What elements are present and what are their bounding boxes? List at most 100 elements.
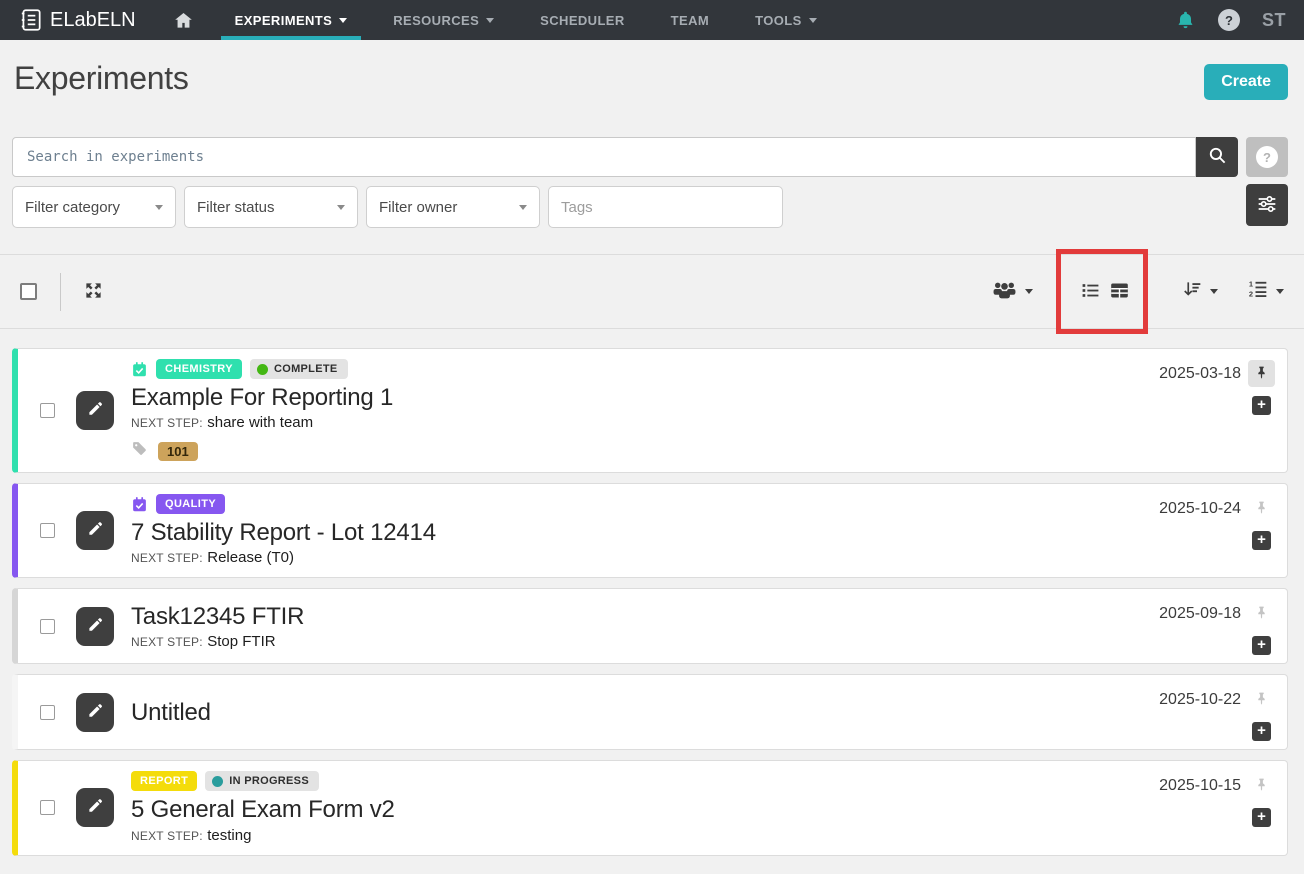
add-step-button[interactable]: + xyxy=(1252,808,1271,827)
edit-button[interactable] xyxy=(76,607,114,646)
notifications-bell-icon[interactable] xyxy=(1175,10,1196,31)
question-icon: ? xyxy=(1256,146,1278,168)
brand-text: ELabELN xyxy=(50,9,136,32)
pencil-icon xyxy=(86,797,104,818)
list-ol-icon: 1 2 xyxy=(1248,279,1268,304)
item-checkbox[interactable] xyxy=(40,403,55,418)
main-nav: EXPERIMENTS RESOURCES SCHEDULER TEAM TOOLS xyxy=(221,0,849,40)
experiment-card: Untitled 2025-10-22 xyxy=(12,674,1288,750)
create-button[interactable]: Create xyxy=(1204,64,1288,100)
list-toolbar: 1 2 xyxy=(0,254,1304,329)
edit-button[interactable] xyxy=(76,693,114,732)
owner-filter-dropdown[interactable] xyxy=(992,277,1033,307)
app-logo[interactable]: ELabELN xyxy=(18,7,136,33)
nav-item-resources[interactable]: RESOURCES xyxy=(379,0,508,40)
item-checkbox[interactable] xyxy=(40,800,55,815)
nav-item-team[interactable]: TEAM xyxy=(657,0,723,40)
sort-column-dropdown[interactable]: 1 2 xyxy=(1248,279,1284,304)
user-menu[interactable]: ST xyxy=(1262,10,1286,31)
pin-button[interactable] xyxy=(1248,686,1275,713)
calendar-check-icon[interactable] xyxy=(131,496,148,513)
table-view-button[interactable] xyxy=(1109,280,1130,304)
search-button[interactable] xyxy=(1196,137,1238,177)
pin-button[interactable] xyxy=(1248,495,1275,522)
item-date: 2025-03-18 xyxy=(1159,365,1241,383)
sort-amount-down-icon xyxy=(1182,279,1202,304)
nav-item-tools[interactable]: TOOLS xyxy=(741,0,831,40)
chevron-down-icon xyxy=(1210,289,1218,294)
experiment-card: QUALITY 7 Stability Report - Lot 12414 N… xyxy=(12,483,1288,578)
item-checkbox[interactable] xyxy=(40,705,55,720)
chevron-down-icon xyxy=(155,205,163,210)
next-step-label: NEXT STEP: xyxy=(131,416,203,430)
table-view-icon xyxy=(1109,280,1130,304)
experiment-title[interactable]: 7 Stability Report - Lot 12414 xyxy=(131,517,1287,548)
chevron-down-icon xyxy=(339,18,347,23)
add-step-button[interactable]: + xyxy=(1252,531,1271,550)
select-all-checkbox[interactable] xyxy=(20,283,37,300)
add-step-button[interactable]: + xyxy=(1252,396,1271,415)
next-step-value: Release (T0) xyxy=(207,549,294,566)
add-step-button[interactable]: + xyxy=(1252,722,1271,741)
category-badge[interactable]: REPORT xyxy=(131,771,197,791)
add-step-button[interactable]: + xyxy=(1252,636,1271,655)
list-view-icon xyxy=(1081,281,1100,303)
category-badge[interactable]: QUALITY xyxy=(156,494,225,514)
sliders-icon xyxy=(1257,194,1277,217)
item-date: 2025-10-22 xyxy=(1159,691,1241,709)
page-title: Experiments xyxy=(14,60,189,97)
edit-button[interactable] xyxy=(76,391,114,430)
svg-text:1: 1 xyxy=(1249,280,1253,289)
pin-button[interactable] xyxy=(1248,772,1275,799)
category-badge[interactable]: CHEMISTRY xyxy=(156,359,242,379)
search-help-button[interactable]: ? xyxy=(1246,137,1288,177)
svg-text:2: 2 xyxy=(1249,290,1253,299)
experiment-title[interactable]: Task12345 FTIR xyxy=(131,601,1287,632)
thumbtack-icon xyxy=(1254,777,1269,795)
chevron-down-icon xyxy=(486,18,494,23)
status-badge: IN PROGRESS xyxy=(205,771,319,791)
item-date: 2025-10-24 xyxy=(1159,500,1241,518)
next-step-value: share with team xyxy=(207,414,313,431)
experiment-title[interactable]: Example For Reporting 1 xyxy=(131,382,1287,413)
experiment-title[interactable]: Untitled xyxy=(131,697,1287,728)
tag-badge[interactable]: 101 xyxy=(158,442,198,461)
status-dot xyxy=(212,776,223,787)
filter-owner-select[interactable]: Filter owner xyxy=(366,186,540,228)
experiment-title[interactable]: 5 General Exam Form v2 xyxy=(131,794,1287,825)
chevron-down-icon xyxy=(1276,289,1284,294)
help-icon[interactable]: ? xyxy=(1218,9,1240,31)
sort-order-dropdown[interactable] xyxy=(1182,279,1218,304)
next-step-label: NEXT STEP: xyxy=(131,635,203,649)
item-date: 2025-09-18 xyxy=(1159,605,1241,623)
pencil-icon xyxy=(86,520,104,541)
item-checkbox[interactable] xyxy=(40,619,55,634)
top-navbar: ELabELN EXPERIMENTS RESOURCES SCHEDULER TEA… xyxy=(0,0,1304,40)
filter-category-select[interactable]: Filter category xyxy=(12,186,176,228)
expand-all-button[interactable] xyxy=(84,281,103,303)
filter-options-button[interactable] xyxy=(1246,184,1288,226)
pin-button[interactable] xyxy=(1248,360,1275,387)
status-dot xyxy=(257,364,268,375)
next-step-label: NEXT STEP: xyxy=(131,551,203,565)
thumbtack-icon xyxy=(1254,605,1269,623)
users-icon xyxy=(992,277,1017,307)
pin-button[interactable] xyxy=(1248,600,1275,627)
pencil-icon xyxy=(86,616,104,637)
thumbtack-icon xyxy=(1254,365,1269,383)
calendar-check-icon[interactable] xyxy=(131,361,148,378)
home-icon[interactable] xyxy=(174,11,193,30)
filter-status-select[interactable]: Filter status xyxy=(184,186,358,228)
divider xyxy=(60,273,61,311)
nav-item-experiments[interactable]: EXPERIMENTS xyxy=(221,0,362,40)
item-checkbox[interactable] xyxy=(40,523,55,538)
edit-button[interactable] xyxy=(76,788,114,827)
list-view-button[interactable] xyxy=(1081,281,1100,303)
nav-item-scheduler[interactable]: SCHEDULER xyxy=(526,0,639,40)
tags-input[interactable] xyxy=(548,186,783,228)
chevron-down-icon xyxy=(519,205,527,210)
status-badge: COMPLETE xyxy=(250,359,348,379)
edit-button[interactable] xyxy=(76,511,114,550)
search-input[interactable] xyxy=(12,137,1196,177)
thumbtack-icon xyxy=(1254,500,1269,518)
